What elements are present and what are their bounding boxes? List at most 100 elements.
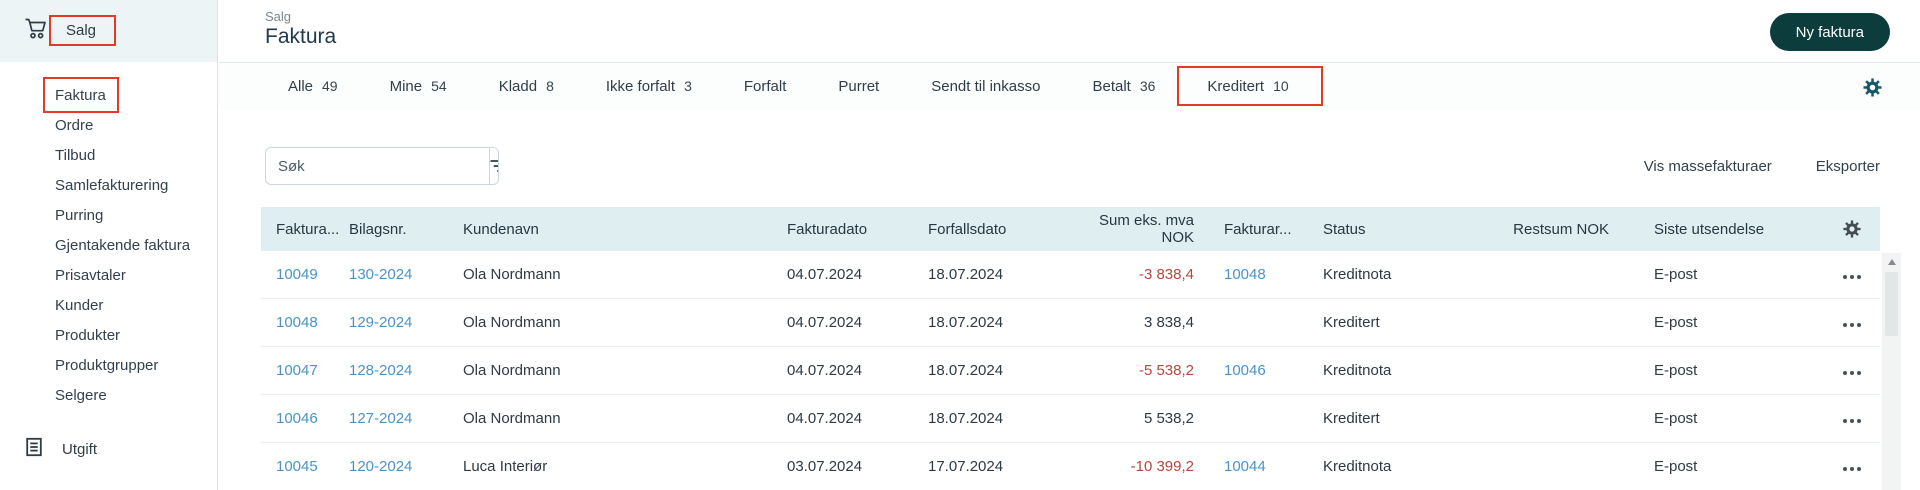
table-row: 10046 127-2024 Ola Nordmann 04.07.2024 1… xyxy=(261,395,1880,443)
invoice-table: Faktura... Bilagsnr. Kundenavn Fakturada… xyxy=(261,207,1880,490)
tabs-bar: Alle 49 Mine 54 Kladd 8 Ikke forfalt 3 Forfa… xyxy=(219,62,1920,110)
invoice-number-link[interactable]: 10045 xyxy=(276,458,349,475)
col-header-sum[interactable]: Sum eks. mva NOK xyxy=(1067,212,1194,246)
vertical-scrollbar[interactable] xyxy=(1882,253,1901,490)
invoice-number-link[interactable]: 10046 xyxy=(276,410,349,427)
last-dispatch: E-post xyxy=(1654,362,1698,379)
invoice-date: 04.07.2024 xyxy=(787,362,863,379)
customer-name: Ola Nordmann xyxy=(463,266,561,283)
table-settings-gear-icon[interactable] xyxy=(1824,220,1880,238)
search-input[interactable] xyxy=(266,148,489,184)
sidebar-item-ordre[interactable]: Ordre xyxy=(55,111,217,141)
row-actions-ellipsis-icon[interactable] xyxy=(1842,275,1863,279)
voucher-number-link[interactable]: 120-2024 xyxy=(349,458,463,475)
filter-icon xyxy=(490,160,498,172)
invoice-date: 03.07.2024 xyxy=(787,458,863,475)
customer-name: Ola Nordmann xyxy=(463,362,561,379)
sidebar-item-utgift-label: Utgift xyxy=(62,440,98,458)
tab-kladd[interactable]: Kladd 8 xyxy=(499,78,554,95)
last-dispatch: E-post xyxy=(1654,314,1698,331)
sidebar-item-purring[interactable]: Purring xyxy=(55,201,217,231)
tab-ikke-forfalt[interactable]: Ikke forfalt 3 xyxy=(606,78,692,95)
due-date: 18.07.2024 xyxy=(928,410,1004,427)
related-invoice-link[interactable]: 10044 xyxy=(1194,458,1323,475)
table-row: 10049 130-2024 Ola Nordmann 04.07.2024 1… xyxy=(261,251,1880,299)
status-label: Kreditert xyxy=(1323,314,1380,331)
filter-button[interactable] xyxy=(489,148,498,184)
voucher-number-link[interactable]: 129-2024 xyxy=(349,314,463,331)
col-header-siste-utsendelse[interactable]: Siste utsendelse xyxy=(1609,221,1824,238)
sidebar-item-gjentakende-faktura[interactable]: Gjentakende faktura xyxy=(55,231,217,261)
voucher-number-link[interactable]: 130-2024 xyxy=(349,266,463,283)
tabs-settings-gear-icon[interactable] xyxy=(1863,78,1882,100)
sidebar-section-label: Salg xyxy=(66,22,97,39)
voucher-number-link[interactable]: 128-2024 xyxy=(349,362,463,379)
sidebar-item-samlefakturering[interactable]: Samlefakturering xyxy=(55,171,217,201)
related-invoice-link[interactable]: 10048 xyxy=(1194,266,1323,283)
sum-ex-vat: -10 399,2 xyxy=(1130,458,1194,475)
tab-mine[interactable]: Mine 54 xyxy=(390,78,447,95)
col-header-forfallsdato[interactable]: Forfallsdato xyxy=(928,221,1067,238)
sidebar-item-faktura[interactable]: Faktura xyxy=(43,77,217,113)
table-row: 10047 128-2024 Ola Nordmann 04.07.2024 1… xyxy=(261,347,1880,395)
col-header-kundenavn[interactable]: Kundenavn xyxy=(463,221,787,238)
tab-kreditert[interactable]: Kreditert 10 xyxy=(1177,66,1323,106)
due-date: 18.07.2024 xyxy=(928,314,1004,331)
invoice-date: 04.07.2024 xyxy=(787,410,863,427)
sidebar-section-utgift[interactable]: Utgift xyxy=(0,434,97,464)
col-header-status[interactable]: Status xyxy=(1323,221,1488,238)
status-label: Kreditnota xyxy=(1323,266,1392,283)
invoice-number-link[interactable]: 10049 xyxy=(276,266,349,283)
main-content: Salg Faktura Ny faktura Alle 49 Mine 54 Kl… xyxy=(219,0,1920,490)
sidebar-item-selgere[interactable]: Selgere xyxy=(55,381,217,411)
col-header-fakturadato[interactable]: Fakturadato xyxy=(787,221,928,238)
row-actions-ellipsis-icon[interactable] xyxy=(1842,419,1863,423)
table-row: 10048 129-2024 Ola Nordmann 04.07.2024 1… xyxy=(261,299,1880,347)
sidebar-item-prisavtaler[interactable]: Prisavtaler xyxy=(55,261,217,291)
voucher-number-link[interactable]: 127-2024 xyxy=(349,410,463,427)
scroll-up-arrow-icon[interactable] xyxy=(1887,259,1896,265)
status-label: Kreditnota xyxy=(1323,458,1392,475)
tab-purret[interactable]: Purret xyxy=(838,78,879,95)
tab-alle[interactable]: Alle 49 xyxy=(288,78,338,95)
last-dispatch: E-post xyxy=(1654,458,1698,475)
row-actions-ellipsis-icon[interactable] xyxy=(1842,371,1863,375)
sum-ex-vat: -3 838,4 xyxy=(1138,266,1194,283)
status-label: Kreditnota xyxy=(1323,362,1392,379)
row-actions-ellipsis-icon[interactable] xyxy=(1842,467,1863,471)
customer-name: Ola Nordmann xyxy=(463,410,561,427)
sidebar-section-salg[interactable]: Salg xyxy=(0,0,217,62)
due-date: 18.07.2024 xyxy=(928,362,1004,379)
col-header-restsum[interactable]: Restsum NOK xyxy=(1488,221,1609,238)
col-header-fakturanr[interactable]: Faktura... xyxy=(276,221,349,238)
row-actions-ellipsis-icon[interactable] xyxy=(1842,323,1863,327)
invoice-number-link[interactable]: 10048 xyxy=(276,314,349,331)
table-header-row: Faktura... Bilagsnr. Kundenavn Fakturada… xyxy=(261,207,1880,251)
show-bulk-invoices-link[interactable]: Vis massefakturaer xyxy=(1644,158,1772,175)
tab-forfalt[interactable]: Forfalt xyxy=(744,78,787,95)
col-header-fakturar[interactable]: Fakturar... xyxy=(1194,221,1323,238)
sidebar-item-produkter[interactable]: Produkter xyxy=(55,321,217,351)
breadcrumb: Salg xyxy=(265,9,292,24)
export-link[interactable]: Eksporter xyxy=(1816,158,1880,175)
sum-ex-vat: 5 538,2 xyxy=(1143,410,1194,427)
sidebar-nav: Faktura Ordre Tilbud Samlefakturering Pu… xyxy=(0,62,217,411)
related-invoice-link[interactable]: 10046 xyxy=(1194,362,1323,379)
tab-betalt[interactable]: Betalt 36 xyxy=(1092,78,1155,95)
new-invoice-button[interactable]: Ny faktura xyxy=(1769,13,1890,51)
col-header-bilagsnr[interactable]: Bilagsnr. xyxy=(349,221,463,238)
invoice-number-link[interactable]: 10047 xyxy=(276,362,349,379)
search-group xyxy=(265,147,499,185)
due-date: 18.07.2024 xyxy=(928,266,1004,283)
receipt-icon xyxy=(24,437,44,461)
toolbar-links: Vis massefakturaer Eksporter xyxy=(1644,158,1880,175)
table-row: 10045 120-2024 Luca Interiør 03.07.2024 … xyxy=(261,443,1880,490)
sidebar-item-tilbud[interactable]: Tilbud xyxy=(55,141,217,171)
sidebar-item-produktgrupper[interactable]: Produktgrupper xyxy=(55,351,217,381)
sidebar-item-kunder[interactable]: Kunder xyxy=(55,291,217,321)
tab-sendt-til-inkasso[interactable]: Sendt til inkasso xyxy=(931,78,1040,95)
customer-name: Luca Interiør xyxy=(463,458,548,475)
invoice-date: 04.07.2024 xyxy=(787,314,863,331)
customer-name: Ola Nordmann xyxy=(463,314,561,331)
scrollbar-thumb[interactable] xyxy=(1885,272,1898,336)
